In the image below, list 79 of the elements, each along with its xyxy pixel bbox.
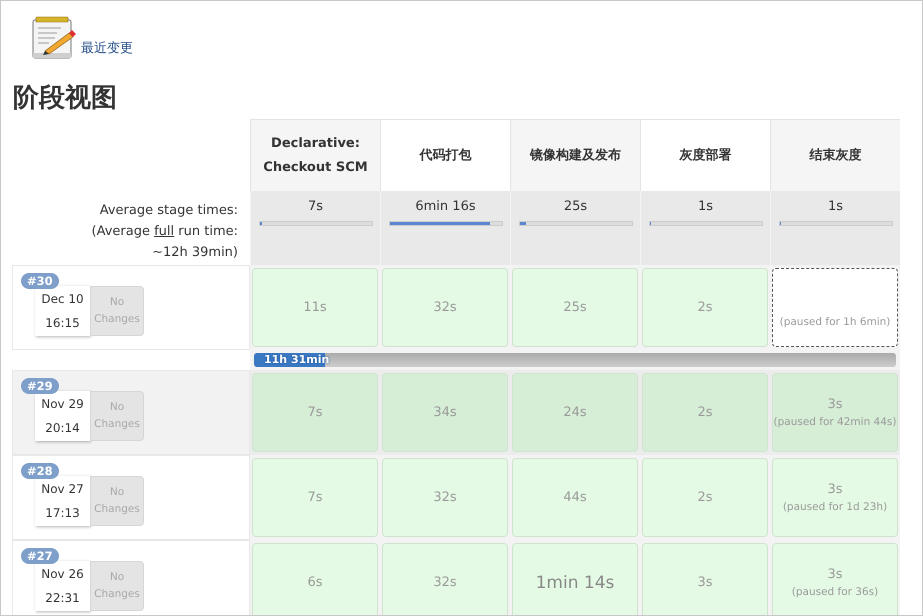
paused-duration: (paused for 42min 44s) [774, 414, 896, 430]
stage-duration: 1min 14s [536, 574, 614, 592]
stage-cell[interactable]: 1min 14s [512, 543, 638, 615]
stage-header: 结束灰度 [770, 119, 900, 191]
stage-cell[interactable]: 32s [382, 543, 508, 615]
stage-cell[interactable]: 2s [642, 268, 768, 347]
stage-cell[interactable]: 11s [252, 268, 378, 347]
stage-cell[interactable]: 32s [382, 458, 508, 537]
build-date: Nov 27 [41, 481, 84, 498]
stage-duration: 3s [827, 480, 843, 498]
stage-duration: 32s [433, 298, 457, 316]
stage-cell[interactable]: 3s (paused for 1d 23h) [772, 458, 898, 537]
stage-duration: 7s [307, 488, 323, 506]
stage-duration: 3s [827, 566, 843, 584]
stage-duration: 32s [433, 488, 457, 506]
stage-cell[interactable]: 32s [382, 268, 508, 347]
stage-cell[interactable]: 3s (paused for 42min 44s) [772, 373, 898, 452]
average-stage-time: 1s [828, 199, 844, 214]
stage-duration: 3s [697, 574, 713, 592]
no-changes-box[interactable]: No Changes [90, 286, 144, 336]
build-time: 20:14 [45, 420, 80, 437]
stage-cell[interactable]: 34s [382, 373, 508, 452]
stage-cell[interactable]: 3s (paused for 36s) [772, 543, 898, 615]
run-row-label[interactable]: #28 Nov 27 17:13 No Changes [12, 455, 250, 540]
full-run-link[interactable]: full [154, 224, 174, 239]
no-changes-box[interactable]: No Changes [90, 476, 144, 526]
stage-duration: 7s [307, 404, 323, 422]
run-row-label[interactable]: #29 Nov 29 20:14 No Changes [12, 370, 250, 455]
build-date: Nov 26 [41, 566, 84, 583]
stage-header: 代码打包 [380, 119, 510, 191]
average-stage-times-label: Average stage times: [98, 202, 238, 220]
stage-duration: 11s [303, 298, 327, 316]
notepad-pencil-icon [31, 15, 77, 61]
stage-cell[interactable]: 7s [252, 373, 378, 452]
stage-duration: 25s [563, 298, 587, 316]
run-row-label[interactable]: #30 Dec 10 16:15 No Changes [12, 265, 250, 350]
stage-header: 灰度部署 [640, 119, 770, 191]
paused-duration: (paused for 1d 23h) [782, 500, 888, 514]
build-time: 16:15 [45, 315, 80, 332]
no-changes-box[interactable]: No Changes [90, 391, 144, 441]
no-changes-box[interactable]: No Changes [90, 561, 144, 611]
stage-duration: 3s [827, 396, 843, 414]
stage-duration: 24s [563, 404, 587, 422]
average-stage-time: 1s [698, 199, 714, 214]
stage-cell[interactable]: 3s [642, 543, 768, 615]
stage-cell[interactable]: 6s [252, 543, 378, 615]
average-stage-time: 25s [564, 199, 588, 214]
build-number-badge[interactable]: #28 [21, 463, 59, 479]
stage-cell[interactable]: 7s [252, 458, 378, 537]
stage-cell[interactable]: 24s [512, 373, 638, 452]
stage-duration: 32s [433, 574, 457, 592]
paused-duration: (paused for 1h 6min) [780, 315, 890, 330]
build-number-badge[interactable]: #29 [21, 378, 59, 394]
stage-cell[interactable]: 2s [642, 373, 768, 452]
run-row-label[interactable]: #27 Nov 26 22:31 No Changes [12, 540, 250, 615]
build-time: 22:31 [45, 590, 80, 607]
stage-duration: 44s [563, 488, 587, 506]
stage-header: 镜像构建及发布 [510, 119, 640, 191]
average-run-time-text: (Average full run time: ~12h 39min) [90, 223, 238, 262]
paused-duration: (paused for 36s) [792, 584, 878, 600]
build-date: Nov 29 [41, 396, 84, 413]
stage-duration: 2s [697, 298, 713, 316]
stage-duration: 6s [307, 574, 323, 592]
build-number-badge[interactable]: #30 [21, 273, 59, 289]
stage-duration: 2s [697, 488, 713, 506]
average-stage-time: 7s [308, 199, 324, 214]
stage-duration: 34s [433, 404, 457, 422]
stage-duration: 2s [697, 404, 713, 422]
stage-cell[interactable]: 44s [512, 458, 638, 537]
stage-cell[interactable]: 25s [512, 268, 638, 347]
pending-stage-cell[interactable]: (paused for 1h 6min) [772, 268, 898, 347]
build-time: 17:13 [45, 505, 80, 522]
page-title: 阶段视图 [13, 83, 118, 113]
build-date: Dec 10 [41, 291, 84, 308]
stage-cell[interactable]: 2s [642, 458, 768, 537]
stage-header: Declarative: Checkout SCM [250, 119, 380, 191]
build-number-badge[interactable]: #27 [21, 548, 59, 564]
average-stage-time: 6min 16s [415, 199, 476, 214]
recent-changes-link[interactable]: 最近变更 [81, 39, 133, 57]
